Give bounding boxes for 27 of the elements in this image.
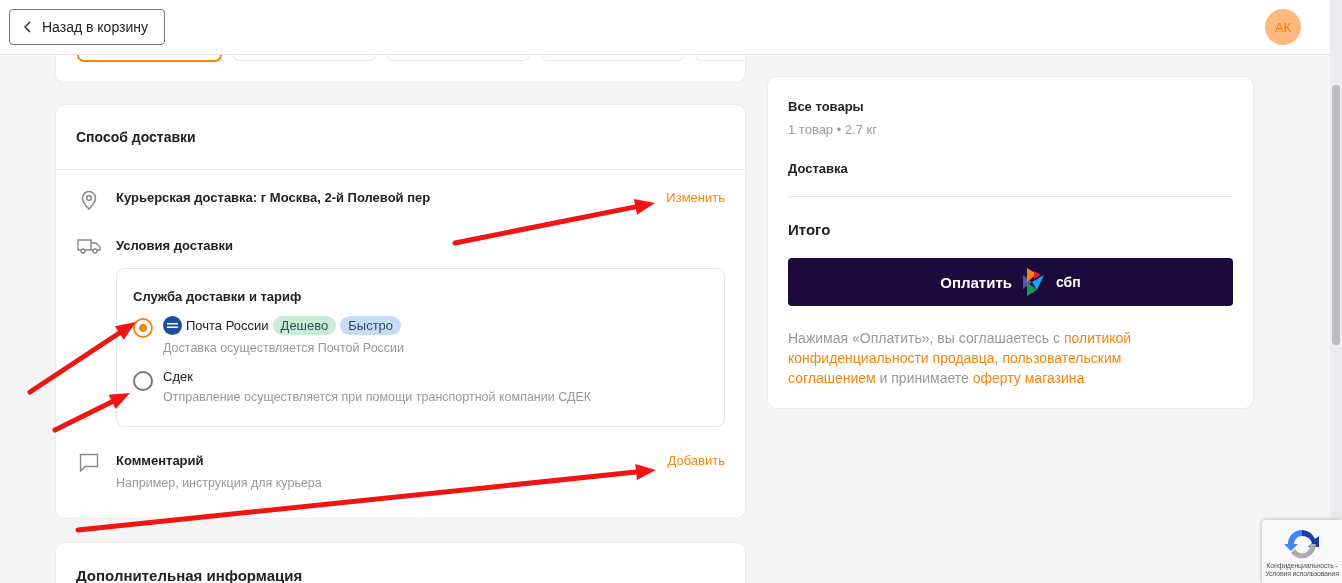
scrollbar[interactable]	[1330, 0, 1342, 518]
service-name: Сдек	[163, 369, 193, 384]
consent-text: Нажимая «Оплатить», вы соглашаетесь с политикой конфиденциальности продавца, пользовательским соглашением и принимаете оферту магазина	[788, 329, 1133, 388]
chevron-left-icon	[24, 21, 32, 33]
service-description: Доставка осуществляется Почтой России	[163, 341, 405, 355]
location-pin-icon	[81, 190, 97, 210]
delivery-address: Курьерская доставка: г Москва, 2-й Полевой пер	[116, 190, 432, 205]
pay-button[interactable]: Оплатить сбп	[788, 258, 1233, 306]
delivery-conditions-label: Условия доставки	[116, 238, 235, 253]
delivery-label: Доставка	[788, 161, 1233, 197]
service-description: Отправление осуществляется при помощи транспортной компании СДЕК	[163, 390, 592, 404]
panel-title: Служба доставки и тариф	[133, 289, 303, 304]
tariff-tag: Быстро	[340, 316, 402, 335]
sbp-logo	[1022, 267, 1046, 297]
section-title: Способ доставки	[56, 105, 745, 170]
total-label: Итого	[788, 221, 832, 238]
service-name: Почта России	[186, 318, 269, 333]
radio-button[interactable]	[133, 371, 153, 391]
all-items-label: Все товары	[788, 99, 865, 114]
items-info: 1 товар • 2.7 кг	[788, 122, 878, 137]
back-to-cart-button[interactable]: Назад в корзину	[9, 9, 165, 45]
option-tile[interactable]	[77, 55, 222, 62]
comment-label: Комментарий	[116, 453, 205, 468]
truck-icon	[77, 238, 101, 254]
tariff-tag: Дешево	[272, 316, 337, 335]
comment-hint: Например, инструкция для курьера	[116, 476, 323, 490]
speech-bubble-icon	[79, 453, 99, 473]
